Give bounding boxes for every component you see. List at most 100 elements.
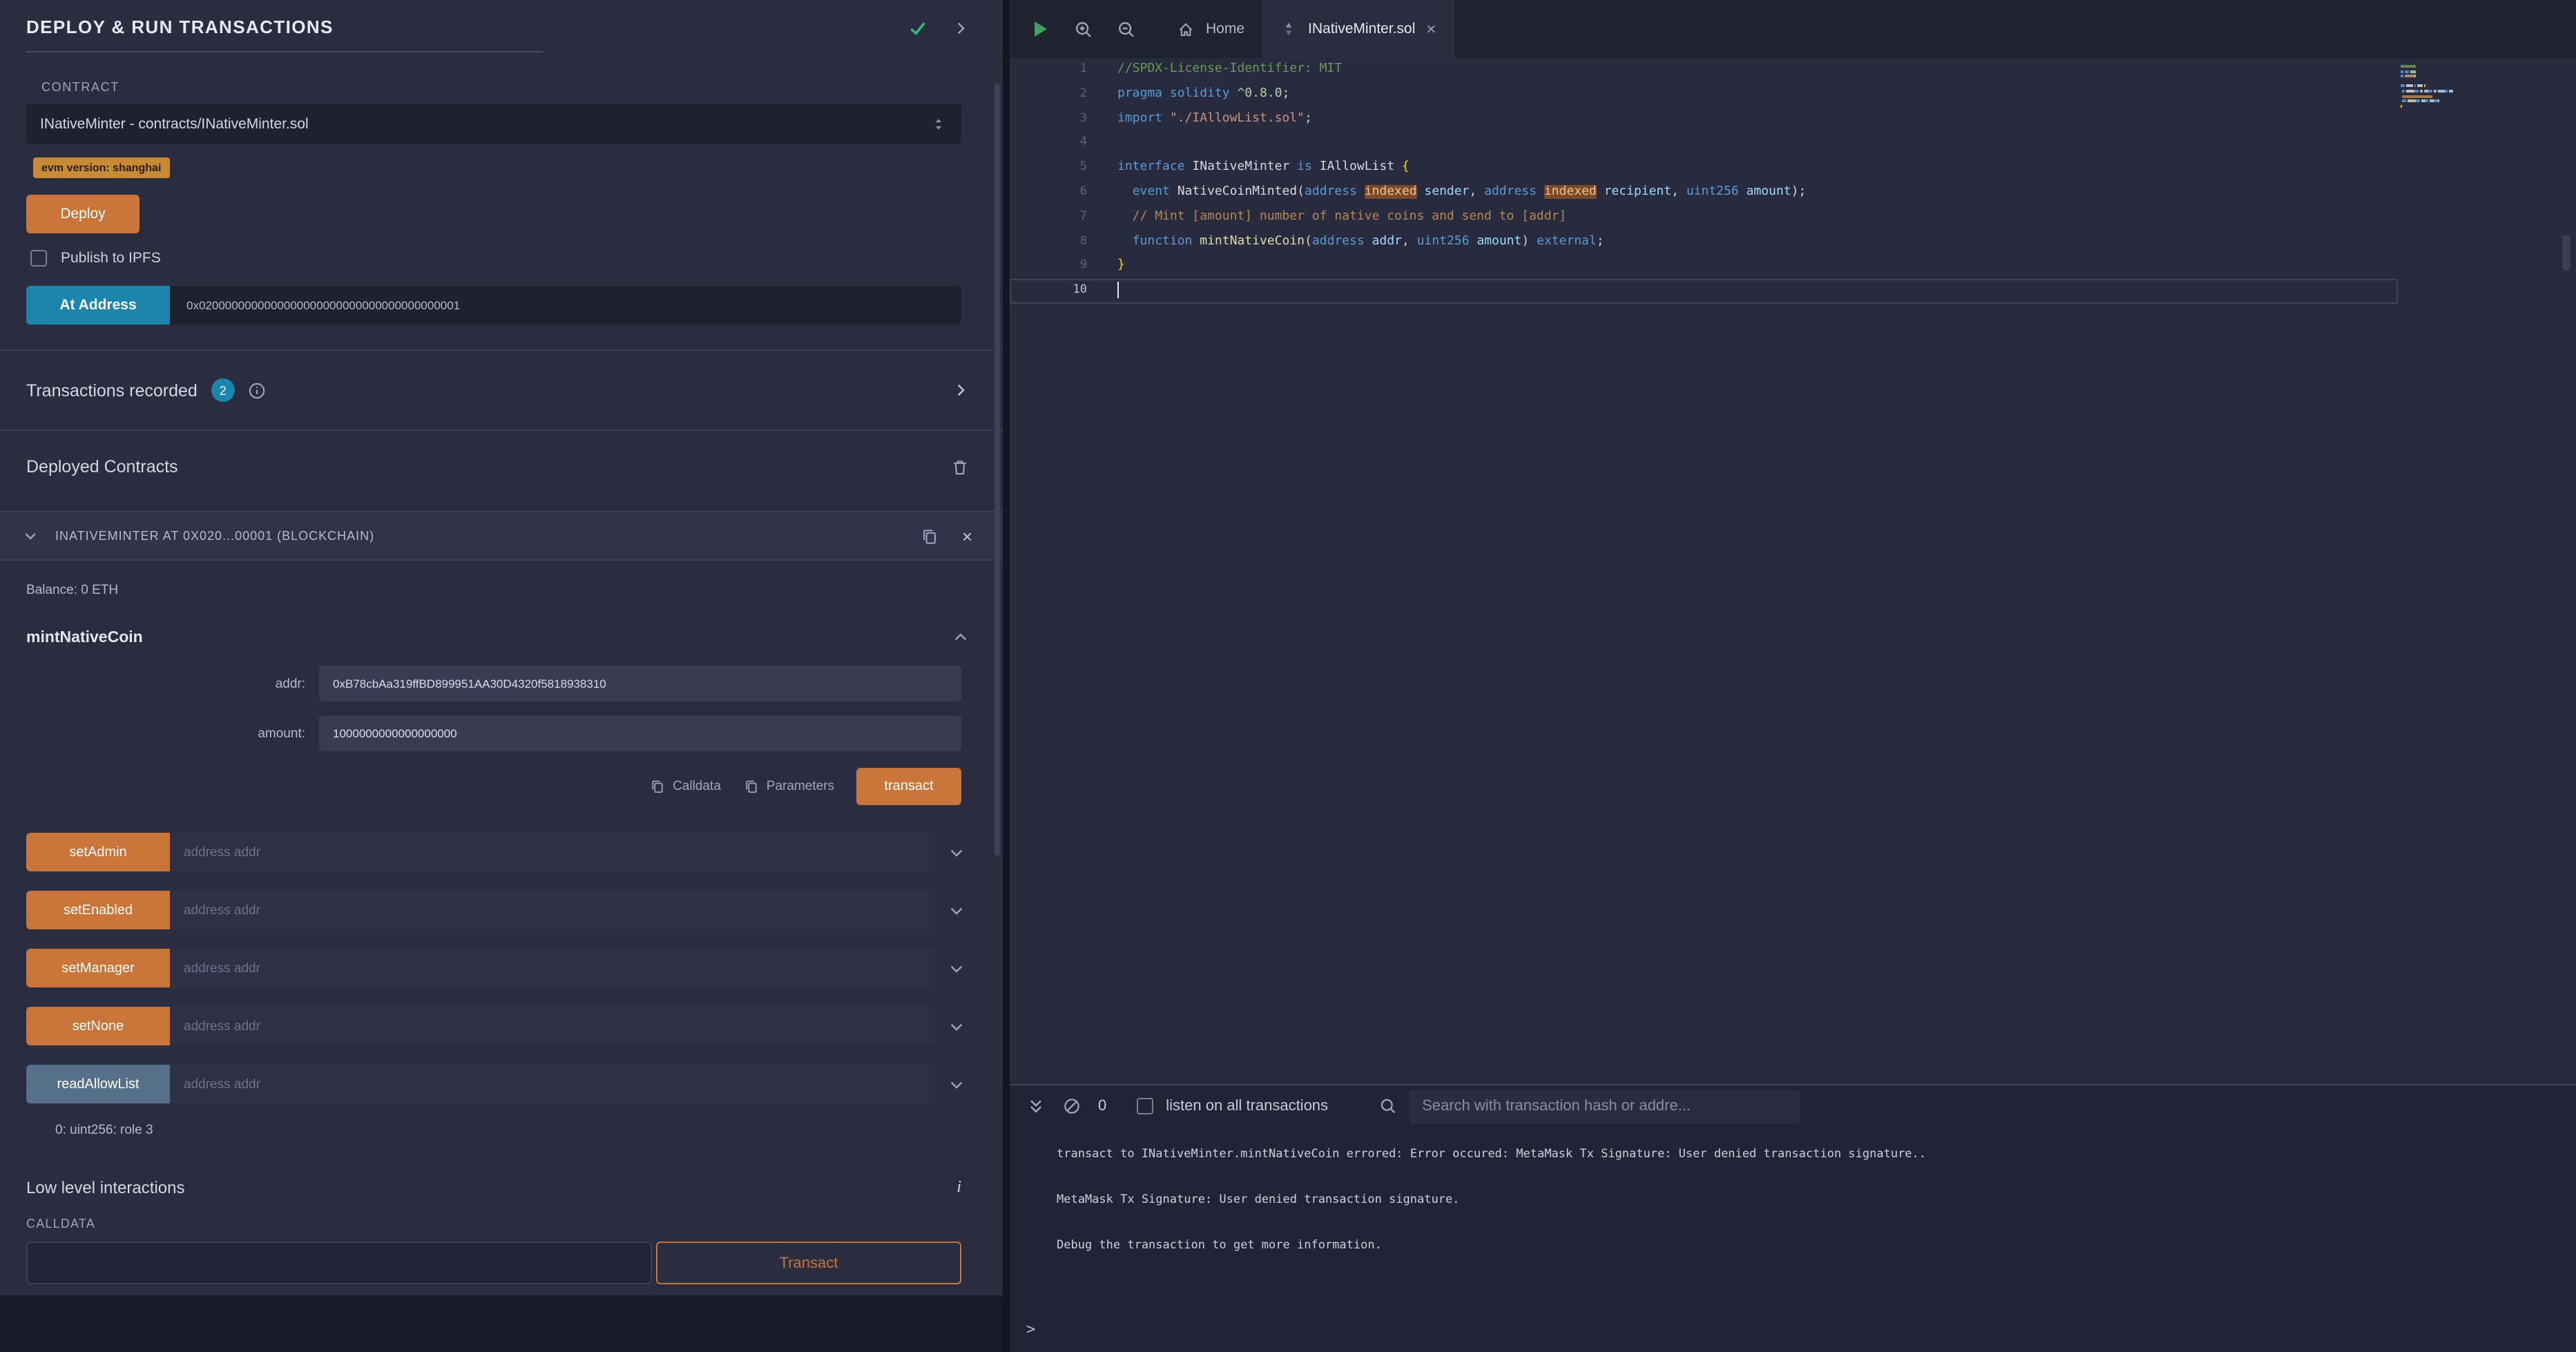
code-line-3[interactable]: 3import "./IAllowList.sol"; [1010,107,2398,132]
function-row-setEnabled: setEnabled [26,891,977,929]
copy-parameters-action[interactable]: Parameters [743,778,834,795]
function-readAllowList-button[interactable]: readAllowList [26,1065,170,1103]
calldata-label: CALLDATA [26,1217,961,1230]
line-number[interactable]: 6 [1010,181,1087,206]
function-row-setManager: setManager [26,949,977,987]
parameters-action-label: Parameters [767,779,834,794]
publish-ipfs-checkbox[interactable] [30,250,47,267]
panel-scrollbar[interactable] [994,83,1000,856]
tab-home[interactable]: Home [1159,0,1262,58]
deploy-button[interactable]: Deploy [26,195,140,233]
terminal-prompt[interactable]: > [1026,1320,1035,1338]
param-input-addr[interactable] [319,666,961,702]
line-number[interactable]: 1 [1010,58,1087,83]
contract-instance-title: INATIVEMINTER AT 0X020...00001 (BLOCKCHA… [55,529,374,543]
code-line-4[interactable]: 4 [1010,132,2398,157]
function-setAdmin-button[interactable]: setAdmin [26,833,170,871]
collapse-panel-icon[interactable] [952,19,970,37]
at-address-input[interactable] [170,286,961,325]
function-setManager-button[interactable]: setManager [26,949,170,987]
low-level-interactions: Low level interactions i CALLDATA Transa… [0,1177,1003,1284]
terminal-search-input[interactable] [1408,1089,1799,1123]
line-number[interactable]: 4 [1010,132,1087,157]
line-number[interactable]: 3 [1010,107,1087,132]
line-number[interactable]: 10 [1010,279,1087,304]
code-line-10[interactable]: 10 [1010,279,2398,304]
function-readAllowList-input[interactable] [170,1065,935,1103]
transactions-count-badge: 2 [211,378,235,402]
low-level-transact-button[interactable]: Transact [656,1242,961,1284]
at-address-button[interactable]: At Address [26,286,170,325]
clear-console-icon[interactable] [1062,1097,1082,1116]
chevron-down-icon[interactable] [935,959,977,977]
minimap-line [2401,70,2453,73]
collapse-terminal-icon[interactable] [1026,1097,1046,1116]
copy-instance-icon[interactable] [921,525,940,546]
line-number[interactable]: 9 [1010,255,1087,280]
chevron-down-icon[interactable] [935,1017,977,1035]
code-line-1[interactable]: 1//SPDX-License-Identifier: MIT [1010,58,2398,83]
line-number[interactable]: 8 [1010,230,1087,255]
function-setNone-button[interactable]: setNone [26,1007,170,1045]
code-line-5[interactable]: 5interface INativeMinter is IAllowList { [1010,156,2398,181]
chevron-down-icon[interactable] [935,901,977,919]
function-setNone-input[interactable] [170,1007,935,1045]
code-editor[interactable]: 1//SPDX-License-Identifier: MIT2pragma s… [1010,58,2576,1084]
line-number[interactable]: 5 [1010,156,1087,181]
balance-label: Balance: 0 ETH [26,583,1003,598]
line-number[interactable]: 2 [1010,83,1087,108]
function-setManager-input[interactable] [170,949,935,987]
code-line-7[interactable]: 7 // Mint [amount] number of native coin… [1010,206,2398,231]
copy-calldata-action[interactable]: Calldata [649,778,721,795]
minimap[interactable] [2401,65,2453,115]
chevron-up-icon[interactable] [952,628,970,646]
code-text: // Mint [amount] number of native coins … [1087,206,1566,231]
contract-instance-header[interactable]: INATIVEMINTER AT 0X020...00001 (BLOCKCHA… [0,511,1003,561]
trash-icon[interactable] [950,456,970,477]
chevron-down-icon[interactable] [935,1075,977,1093]
code-line-2[interactable]: 2pragma solidity ^0.8.0; [1010,83,2398,108]
function-setAdmin-input[interactable] [170,833,935,871]
calldata-input[interactable] [26,1242,652,1284]
terminal-line: Debug the transaction to get more inform… [1057,1237,2548,1254]
tab-inativeminter[interactable]: INativeMinter.sol × [1262,0,1454,58]
evm-version-badge: evm version: shanghai [33,157,169,178]
function-row-setAdmin: setAdmin [26,833,977,871]
deployed-contracts-header: Deployed Contracts [0,431,1003,503]
chevron-right-icon[interactable] [952,381,970,399]
code-text [1087,279,1119,304]
remove-instance-icon[interactable]: × [962,527,972,545]
mint-native-coin-header[interactable]: mintNativeCoin [26,628,970,646]
remix-window: DEPLOY & RUN TRANSACTIONS CONTRACT INati… [0,0,2576,1352]
code-text: function mintNativeCoin(address addr, ui… [1087,230,1604,255]
zoom-in-icon[interactable] [1073,19,1094,39]
zoom-out-icon[interactable] [1116,19,1137,39]
code-line-6[interactable]: 6 event NativeCoinMinted(address indexed… [1010,181,2398,206]
deployed-contracts-title: Deployed Contracts [26,457,178,476]
minimap-line [2401,90,2453,93]
chevron-down-icon[interactable] [935,843,977,861]
panel-title: DEPLOY & RUN TRANSACTIONS [26,17,543,52]
code-text: import "./IAllowList.sol"; [1087,107,1312,132]
param-input-amount[interactable] [319,715,961,751]
minimap-line [2401,85,2453,88]
code-line-8[interactable]: 8 function mintNativeCoin(address addr, … [1010,230,2398,255]
param-label-addr: addr: [26,676,319,691]
minimap-line [2401,80,2453,83]
info-icon[interactable]: i [957,1177,961,1197]
copy-icon [743,778,760,795]
listen-all-transactions-checkbox[interactable] [1137,1098,1153,1114]
editor-scrollbar[interactable] [2562,235,2570,271]
run-script-icon[interactable] [1029,18,1051,40]
code-line-9[interactable]: 9} [1010,255,2398,280]
code-text: interface INativeMinter is IAllowList { [1087,156,1410,181]
function-setEnabled-button[interactable]: setEnabled [26,891,170,929]
line-number[interactable]: 7 [1010,206,1087,231]
close-tab-icon[interactable]: × [1426,21,1436,37]
info-icon[interactable] [247,380,267,400]
code-text: event NativeCoinMinted(address indexed s… [1087,181,1806,206]
copy-icon [649,778,666,795]
contract-select[interactable]: INativeMinter - contracts/INativeMinter.… [26,104,961,144]
transact-button[interactable]: transact [856,768,961,805]
function-setEnabled-input[interactable] [170,891,935,929]
